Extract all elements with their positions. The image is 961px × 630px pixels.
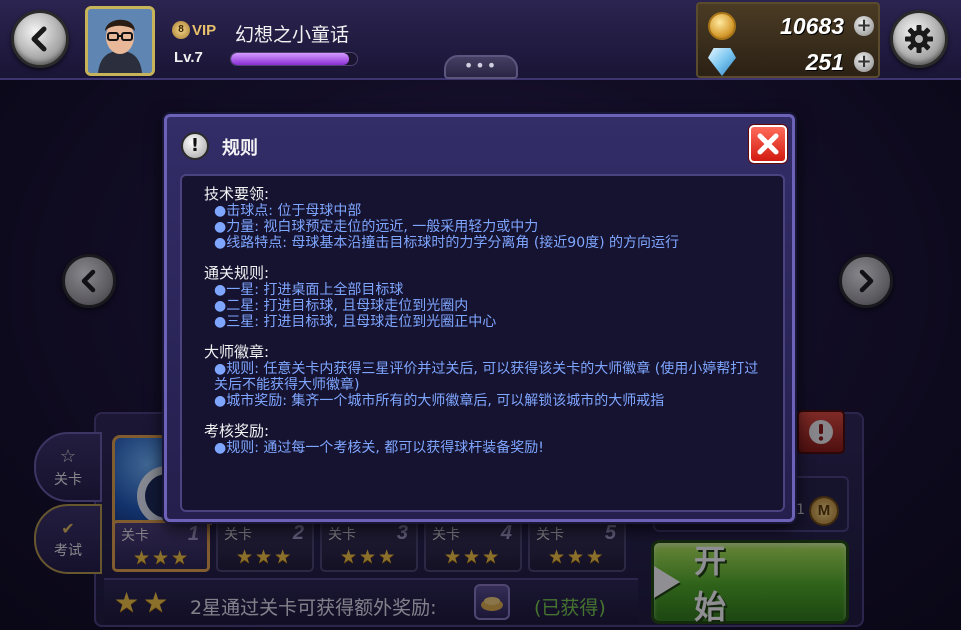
- top-bar: 8 VIP 幻想之小童话 Lv.7 ••• 10683 + 251 +: [0, 0, 961, 80]
- gems-value: 251: [805, 49, 844, 75]
- currency-panel: 10683 + 251 +: [696, 2, 880, 78]
- rule-line: ●力量: 视白球预定走位的远近, 一般采用轻力或中力: [214, 219, 539, 235]
- rules-content: 技术要领: ●击球点: 位于母球中部 ●力量: 视白球预定走位的远近, 一般采用轻力…: [180, 174, 785, 512]
- rule-line: ●二星: 打进目标球, 且母球走位到光圈内: [214, 298, 469, 314]
- rules-dialog-header: ! 规则: [167, 117, 792, 171]
- rules-dialog: ! 规则 技术要领: ●击球点: 位于母球中部 ●力量: 视白球预定走位的远近, 一…: [164, 114, 795, 522]
- rule-line: ●规则: 任意关卡内获得三星评价并过关后, 可以获得该关卡的大师徽章 (使用小婷…: [214, 361, 759, 393]
- chevron-left-icon: [31, 26, 47, 52]
- coin-icon: [708, 12, 736, 40]
- back-button[interactable]: [11, 10, 69, 68]
- avatar[interactable]: [85, 6, 155, 76]
- diamond-icon: [708, 48, 736, 76]
- avatar-portrait: [88, 9, 152, 73]
- rules-section: 考核奖励: ●规则: 通过每一个考核关, 都可以获得球杆装备奖励!: [204, 422, 771, 457]
- close-icon: [757, 133, 779, 155]
- rule-line: ●城市奖励: 集齐一个城市所有的大师徽章后, 可以解锁该城市的大师戒指: [214, 393, 665, 409]
- rules-section-title: 大师徽章:: [204, 343, 270, 361]
- rule-line: ●击球点: 位于母球中部: [214, 203, 362, 219]
- add-coins-button[interactable]: +: [854, 16, 874, 36]
- rules-section-title: 考核奖励:: [204, 422, 270, 440]
- gear-icon: [905, 25, 933, 53]
- add-gems-button[interactable]: +: [854, 52, 874, 72]
- player-name: 幻想之小童话: [235, 24, 350, 46]
- rules-section-title: 技术要领:: [204, 185, 270, 203]
- coins-row: 10683 +: [698, 11, 882, 41]
- rule-line: ●一星: 打进桌面上全部目标球: [214, 282, 404, 298]
- settings-button[interactable]: [890, 10, 948, 68]
- rule-line: ●规则: 通过每一个考核关, 都可以获得球杆装备奖励!: [214, 440, 544, 456]
- player-level: Lv.7: [174, 49, 203, 66]
- rules-section-title: 通关规则:: [204, 264, 270, 282]
- xp-progress-fill: [231, 53, 350, 65]
- vip-badge[interactable]: 8 VIP: [172, 19, 222, 41]
- close-button[interactable]: [749, 125, 787, 163]
- rule-line: ●三星: 打进目标球, 且母球走位到光圈正中心: [214, 314, 497, 330]
- rules-section: 大师徽章: ●规则: 任意关卡内获得三星评价并过关后, 可以获得该关卡的大师徽章 …: [204, 343, 771, 410]
- more-tab[interactable]: •••: [444, 55, 518, 79]
- xp-progress-bar: [230, 52, 358, 66]
- exclamation-icon: !: [181, 132, 209, 160]
- vip-label: VIP: [192, 21, 217, 39]
- rule-line: ●线路特点: 母球基本沿撞击目标球时的力学分离角 (接近90度) 的方向运行: [214, 235, 680, 251]
- gems-row: 251 +: [698, 47, 882, 77]
- rules-section: 通关规则: ●一星: 打进桌面上全部目标球 ●二星: 打进目标球, 且母球走位到光圈…: [204, 264, 771, 331]
- rules-section: 技术要领: ●击球点: 位于母球中部 ●力量: 视白球预定走位的远近, 一般采用轻力…: [204, 185, 771, 252]
- coins-value: 10683: [780, 13, 844, 39]
- rules-dialog-title: 规则: [222, 138, 258, 159]
- vip-level-icon: 8: [172, 21, 190, 39]
